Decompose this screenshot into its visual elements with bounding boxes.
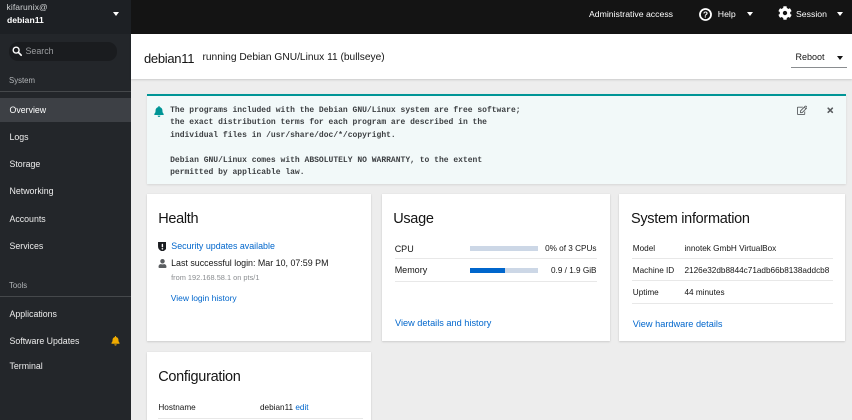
svg-text:?: ?	[703, 10, 708, 19]
